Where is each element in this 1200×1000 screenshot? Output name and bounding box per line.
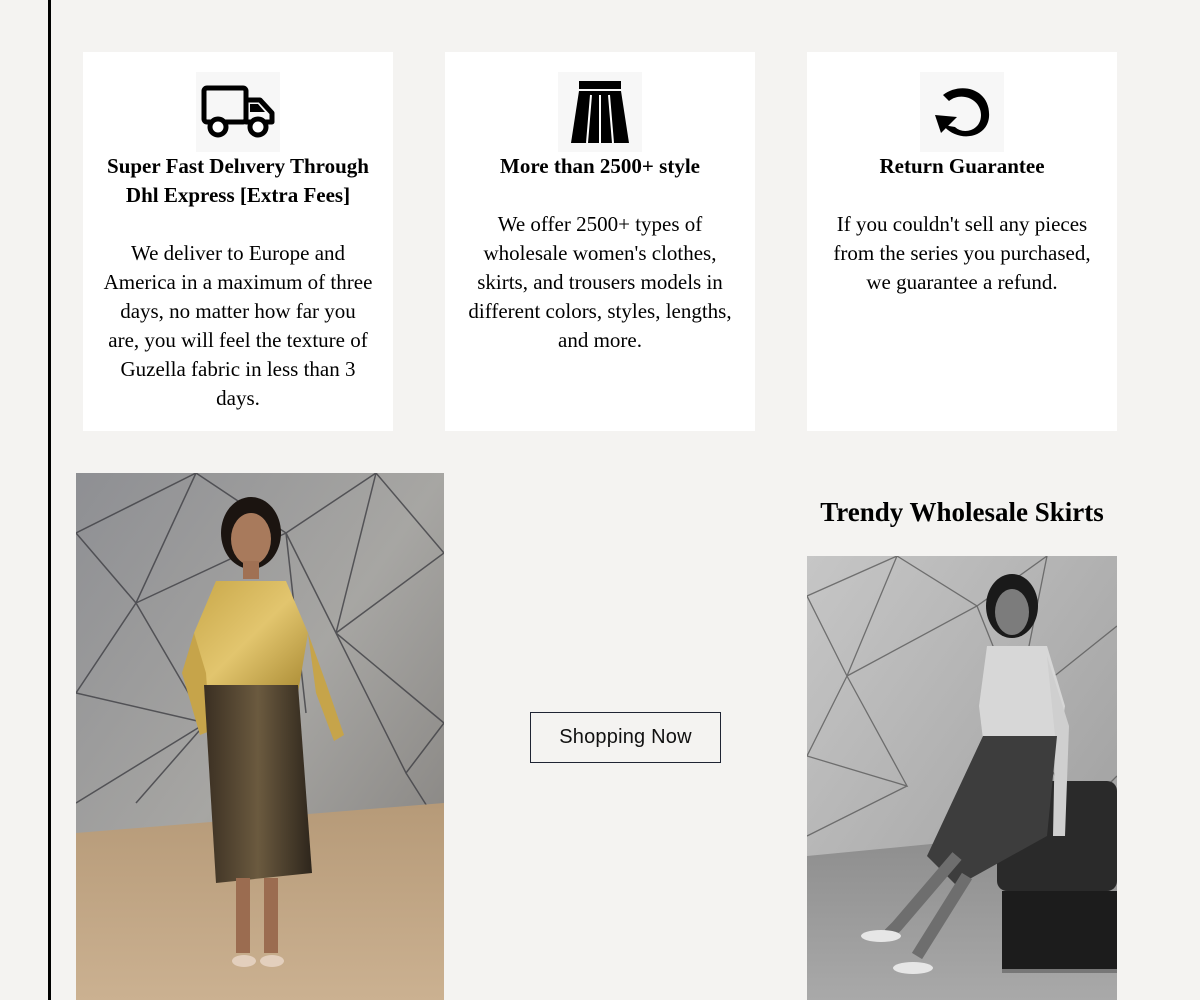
left-border-rule [48,0,51,1000]
model-photo-gold-blouse[interactable] [76,473,444,1000]
feature-card-styles: More than 2500+ style We offer 2500+ typ… [445,52,755,431]
feature-title: More than 2500+ style [500,154,700,178]
model-photo-sitting-bw[interactable] [807,556,1117,1000]
shopping-now-button[interactable]: Shopping Now [530,712,721,763]
skirt-icon [558,72,642,152]
feature-title: Super Fast Delıvery Through Dhl Express … [107,154,369,207]
feature-title: Return Guarantee [879,154,1045,178]
feature-description: If you couldn't sell any pieces from the… [833,212,1091,294]
delivery-truck-icon [196,72,280,152]
feature-card-return: Return Guarantee If you couldn't sell an… [807,52,1117,431]
section-title: Trendy Wholesale Skirts [820,497,1104,527]
feature-description: We deliver to Europe and America in a ma… [103,241,373,410]
feature-card-delivery: Super Fast Delıvery Through Dhl Express … [83,52,393,431]
feature-description: We offer 2500+ types of wholesale women'… [468,212,732,352]
return-arrow-icon [920,72,1004,152]
